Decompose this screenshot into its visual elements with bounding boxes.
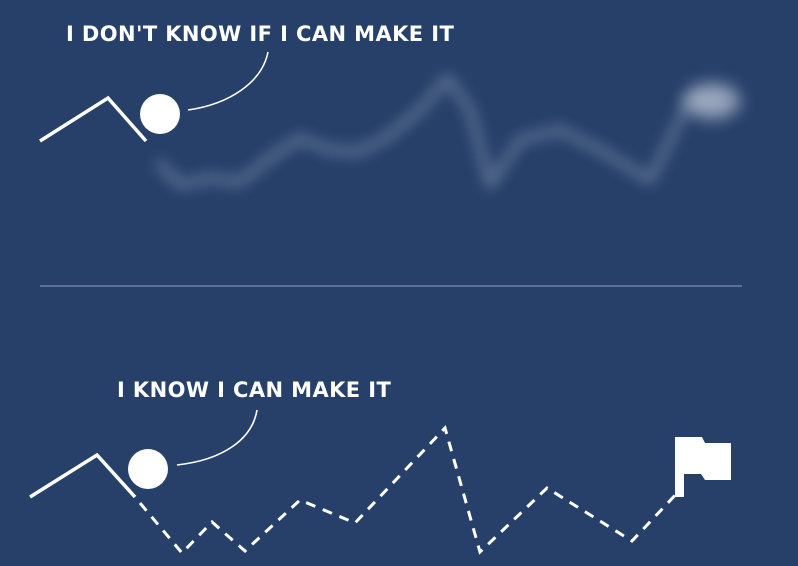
bottom-dashed-path bbox=[138, 425, 682, 556]
bottom-caption: I KNOW I CAN MAKE IT bbox=[117, 378, 392, 402]
illustration-canvas: I DON'T KNOW IF I CAN MAKE IT I KNOW I C… bbox=[0, 0, 798, 566]
top-caption: I DON'T KNOW IF I CAN MAKE IT bbox=[66, 22, 455, 46]
illustration-art bbox=[29, 51, 742, 556]
flag-icon bbox=[675, 437, 731, 497]
bottom-speech-pointer bbox=[176, 409, 258, 466]
bottom-figure-head bbox=[128, 449, 168, 489]
top-speech-pointer bbox=[187, 51, 269, 111]
top-figure-head bbox=[140, 94, 180, 134]
bottom-figure-arm bbox=[29, 452, 137, 499]
top-blurred-path bbox=[155, 73, 720, 190]
top-blurred-goal bbox=[684, 83, 740, 119]
top-figure-arm bbox=[39, 95, 148, 143]
top-panel bbox=[39, 51, 740, 190]
bottom-panel bbox=[29, 409, 731, 556]
